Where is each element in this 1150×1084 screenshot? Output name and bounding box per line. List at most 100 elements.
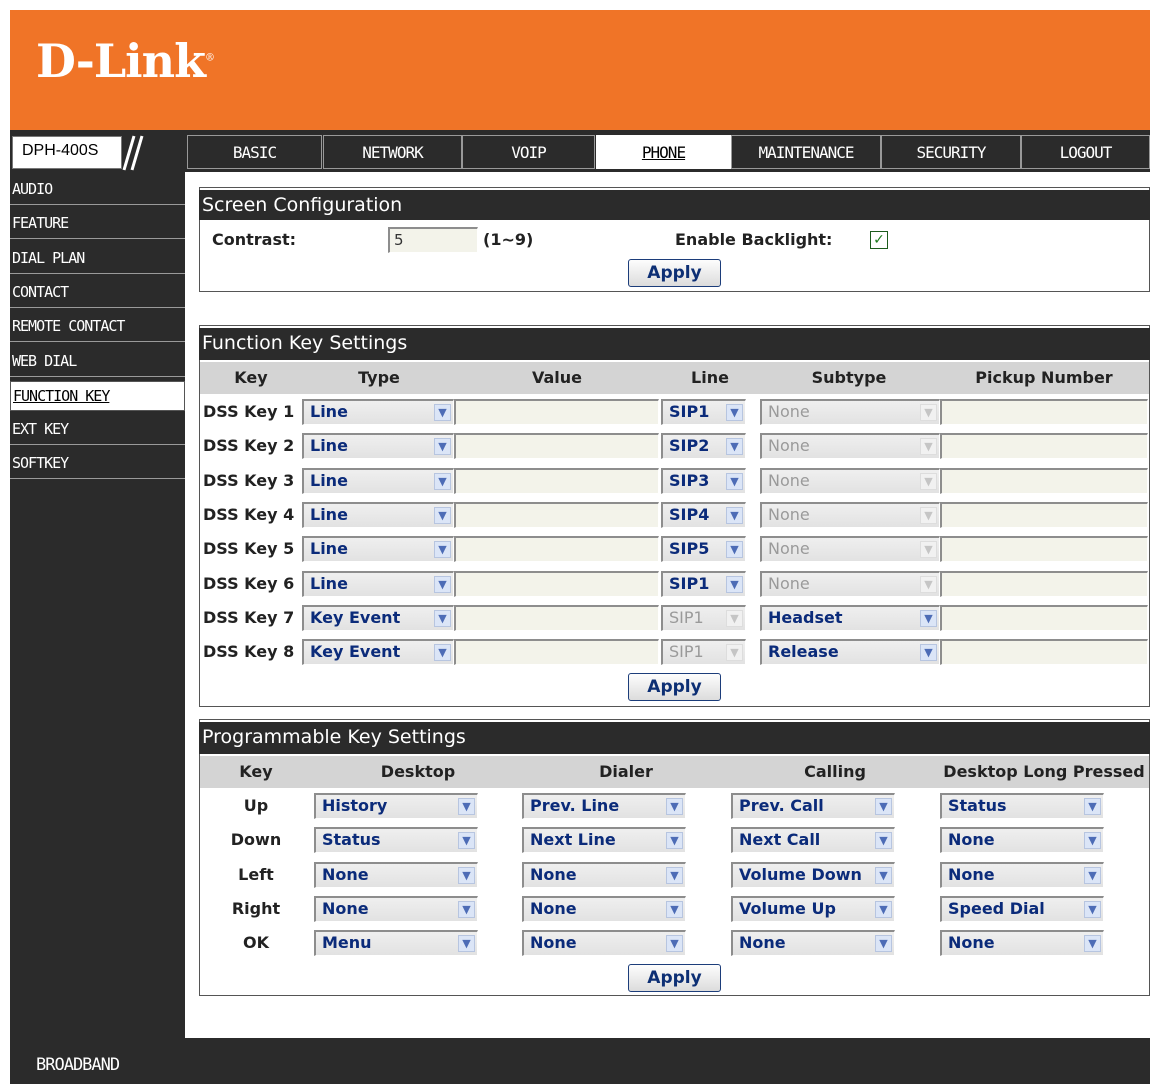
long-pressed-select[interactable]: Status ▼ bbox=[940, 793, 1104, 819]
pickup-number-input[interactable] bbox=[940, 604, 1148, 631]
calling-select[interactable]: Volume Down ▼ bbox=[731, 861, 895, 888]
type-select-value: Line bbox=[310, 436, 348, 456]
tab-voip[interactable]: VOIP bbox=[462, 135, 595, 169]
chevron-down-icon: ▼ bbox=[920, 609, 937, 627]
pickup-number-input[interactable] bbox=[940, 570, 1148, 597]
chevron-down-icon: ▼ bbox=[1084, 935, 1101, 953]
desktop-select[interactable]: Status ▼ bbox=[314, 827, 478, 854]
value-input[interactable] bbox=[454, 433, 659, 460]
value-input[interactable] bbox=[454, 399, 659, 425]
pickup-number-input[interactable] bbox=[940, 536, 1148, 563]
chevron-down-icon: ▼ bbox=[434, 575, 451, 593]
contrast-input[interactable]: 5 bbox=[388, 227, 478, 253]
tab-security[interactable]: SECURITY bbox=[881, 135, 1021, 169]
enable-backlight-checkbox[interactable]: ✓ bbox=[870, 231, 888, 249]
chevron-down-icon: ▼ bbox=[1084, 900, 1101, 918]
sidebar-item-contact[interactable]: CONTACT bbox=[10, 278, 185, 308]
footer-text: BROADBAND bbox=[36, 1055, 120, 1075]
type-select[interactable]: Line ▼ bbox=[302, 399, 454, 425]
section-title: Programmable Key Settings bbox=[199, 722, 1150, 754]
dss-key-label: DSS Key 3 bbox=[203, 470, 295, 490]
tab-maintenance[interactable]: MAINTENANCE bbox=[731, 135, 881, 169]
chevron-down-icon: ▼ bbox=[458, 935, 475, 953]
line-select-value: SIP1 bbox=[669, 402, 710, 421]
type-select[interactable]: Key Event ▼ bbox=[302, 639, 454, 666]
pickup-number-input[interactable] bbox=[940, 433, 1148, 460]
pickup-number-input[interactable] bbox=[940, 501, 1148, 528]
dialer-select[interactable]: None ▼ bbox=[522, 861, 686, 888]
type-select[interactable]: Line ▼ bbox=[302, 570, 454, 597]
long-pressed-select[interactable]: None ▼ bbox=[940, 827, 1104, 854]
dialer-select[interactable]: Prev. Line ▼ bbox=[522, 793, 686, 819]
chevron-down-icon: ▼ bbox=[726, 575, 743, 593]
dialer-select[interactable]: Next Line ▼ bbox=[522, 827, 686, 854]
sidebar-item-function-key[interactable]: FUNCTION KEY bbox=[10, 380, 185, 411]
calling-select[interactable]: Next Call ▼ bbox=[731, 827, 895, 854]
value-input[interactable] bbox=[454, 501, 659, 528]
sidebar-item-remote-contact[interactable]: REMOTE CONTACT bbox=[10, 312, 185, 343]
subtype-select-value: None bbox=[768, 402, 810, 421]
value-input[interactable] bbox=[454, 604, 659, 631]
sidebar-item-ext-key[interactable]: EXT KEY bbox=[10, 415, 185, 446]
tab-phone[interactable]: PHONE bbox=[596, 135, 731, 169]
desktop-select[interactable]: History ▼ bbox=[314, 793, 478, 819]
pickup-number-input[interactable] bbox=[940, 639, 1148, 666]
pickup-number-input[interactable] bbox=[940, 467, 1148, 494]
value-input[interactable] bbox=[454, 639, 659, 666]
col-calling: Calling bbox=[804, 762, 866, 781]
line-select[interactable]: SIP3 ▼ bbox=[661, 467, 746, 494]
line-select[interactable]: SIP2 ▼ bbox=[661, 433, 746, 460]
type-select[interactable]: Line ▼ bbox=[302, 433, 454, 460]
desktop-select[interactable]: None ▼ bbox=[314, 895, 478, 922]
long-pressed-select[interactable]: None ▼ bbox=[940, 930, 1104, 957]
line-select-value: SIP1 bbox=[669, 642, 704, 662]
desktop-select[interactable]: Menu ▼ bbox=[314, 930, 478, 957]
dialer-select-value: None bbox=[530, 898, 577, 918]
sidebar-item-web-dial[interactable]: WEB DIAL bbox=[10, 347, 185, 377]
apply-screen-button[interactable]: Apply bbox=[628, 259, 721, 287]
chevron-down-icon: ▼ bbox=[875, 832, 892, 850]
value-input[interactable] bbox=[454, 467, 659, 494]
pickup-number-input[interactable] bbox=[940, 399, 1148, 425]
chevron-down-icon: ▼ bbox=[920, 506, 937, 524]
chevron-down-icon: ▼ bbox=[726, 541, 743, 559]
chevron-down-icon: ▼ bbox=[434, 506, 451, 524]
type-select[interactable]: Key Event ▼ bbox=[302, 604, 454, 631]
sidebar-item-audio[interactable]: AUDIO bbox=[10, 175, 185, 205]
calling-select[interactable]: None ▼ bbox=[731, 930, 895, 957]
line-select-value: SIP1 bbox=[669, 607, 704, 627]
tab-logout[interactable]: LOGOUT bbox=[1021, 135, 1150, 169]
sidebar-item-feature[interactable]: FEATURE bbox=[10, 209, 185, 240]
line-select[interactable]: SIP5 ▼ bbox=[661, 536, 746, 563]
subtype-select[interactable]: Release ▼ bbox=[760, 639, 940, 666]
dialer-select[interactable]: None ▼ bbox=[522, 895, 686, 922]
chevron-down-icon: ▼ bbox=[726, 404, 743, 421]
chevron-down-icon: ▼ bbox=[875, 866, 892, 884]
sidebar-item-dial-plan[interactable]: DIAL PLAN bbox=[10, 244, 185, 274]
value-input[interactable] bbox=[454, 570, 659, 597]
long-pressed-select[interactable]: Speed Dial ▼ bbox=[940, 895, 1104, 922]
type-select[interactable]: Line ▼ bbox=[302, 536, 454, 563]
tab-basic[interactable]: BASIC bbox=[187, 135, 322, 169]
calling-select[interactable]: Volume Up ▼ bbox=[731, 895, 895, 922]
subtype-select[interactable]: Headset ▼ bbox=[760, 604, 940, 631]
line-select[interactable]: SIP1 ▼ bbox=[661, 399, 746, 425]
long-pressed-select[interactable]: None ▼ bbox=[940, 861, 1104, 888]
chevron-down-icon: ▼ bbox=[726, 472, 743, 490]
sidebar-item-softkey[interactable]: SOFTKEY bbox=[10, 449, 185, 480]
dialer-select[interactable]: None ▼ bbox=[522, 930, 686, 957]
type-select[interactable]: Line ▼ bbox=[302, 467, 454, 494]
line-select[interactable]: SIP4 ▼ bbox=[661, 501, 746, 528]
calling-select-value: Next Call bbox=[739, 830, 821, 850]
dss-key-label: DSS Key 7 bbox=[203, 607, 295, 627]
tab-network[interactable]: NETWORK bbox=[323, 135, 462, 169]
line-select[interactable]: SIP1 ▼ bbox=[661, 570, 746, 597]
apply-programmable-keys-button[interactable]: Apply bbox=[628, 964, 721, 992]
chevron-down-icon: ▼ bbox=[458, 866, 475, 884]
type-select[interactable]: Line ▼ bbox=[302, 501, 454, 528]
value-input[interactable] bbox=[454, 536, 659, 563]
subtype-select: None ▼ bbox=[760, 536, 940, 563]
calling-select[interactable]: Prev. Call ▼ bbox=[731, 793, 895, 819]
apply-function-keys-button[interactable]: Apply bbox=[628, 673, 721, 701]
desktop-select[interactable]: None ▼ bbox=[314, 861, 478, 888]
